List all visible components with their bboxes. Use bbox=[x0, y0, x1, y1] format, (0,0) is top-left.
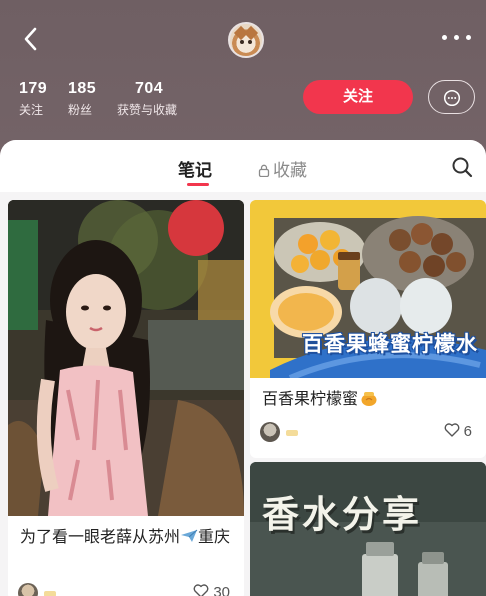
content-sheet: 笔记 收藏 为了看一眼老薛从苏州 重庆 30 百香果蜂蜜柠檬水 百香果柠檬蜜 6… bbox=[0, 140, 486, 596]
note-cover-image bbox=[8, 200, 244, 516]
lock-icon bbox=[258, 164, 270, 177]
note-title-text: 为了看一眼老薛从苏州 bbox=[20, 529, 181, 546]
note-title-text-end: 重庆 bbox=[198, 529, 231, 546]
cover-caption: 香水分享 bbox=[262, 494, 422, 535]
profile-screen: 179 关注 185 粉丝 704 获赞与收藏 关注 笔记 收藏 为了看一眼老薛… bbox=[0, 0, 486, 596]
follow-button[interactable]: 关注 bbox=[303, 80, 413, 114]
tab-collections-label: 收藏 bbox=[273, 161, 307, 180]
message-button[interactable] bbox=[428, 80, 475, 114]
note-cover-image: 香水分享 bbox=[250, 462, 486, 596]
like-count-value: 6 bbox=[463, 423, 472, 440]
stat-following-label: 关注 bbox=[19, 103, 44, 117]
stat-followers-count: 185 bbox=[68, 80, 97, 97]
chat-icon bbox=[443, 89, 461, 107]
note-card[interactable]: 香水分享 bbox=[250, 462, 486, 596]
like-count[interactable]: 30 bbox=[193, 584, 230, 596]
search-icon[interactable] bbox=[450, 155, 474, 179]
cover-caption: 百香果蜂蜜柠檬水 bbox=[302, 333, 478, 356]
author-avatar[interactable] bbox=[18, 583, 38, 596]
back-icon[interactable] bbox=[18, 24, 44, 54]
heart-icon bbox=[193, 584, 209, 596]
tab-notes[interactable]: 笔记 bbox=[178, 156, 212, 186]
stat-likes[interactable]: 704 获赞与收藏 bbox=[117, 80, 177, 118]
tab-bar: 笔记 收藏 bbox=[0, 140, 486, 192]
note-card[interactable]: 百香果蜂蜜柠檬水 百香果柠檬蜜 6 bbox=[250, 200, 486, 458]
stat-followers-label: 粉丝 bbox=[68, 103, 93, 117]
tab-notes-label: 笔记 bbox=[178, 161, 212, 180]
tab-collections[interactable]: 收藏 bbox=[258, 156, 307, 181]
stat-likes-count: 704 bbox=[135, 80, 164, 97]
author-name bbox=[44, 591, 56, 596]
note-card[interactable]: 为了看一眼老薛从苏州 重庆 30 bbox=[8, 200, 244, 596]
stat-following-count: 179 bbox=[19, 80, 48, 97]
airplane-icon bbox=[181, 529, 198, 542]
note-meta: 30 bbox=[18, 583, 234, 596]
note-cover-image: 百香果蜂蜜柠檬水 bbox=[250, 200, 486, 378]
note-title: 为了看一眼老薛从苏州 重庆 bbox=[20, 526, 234, 550]
tab-indicator bbox=[187, 183, 209, 186]
note-title: 百香果柠檬蜜 bbox=[262, 388, 476, 412]
like-count[interactable]: 6 bbox=[444, 423, 472, 440]
more-icon[interactable] bbox=[442, 30, 472, 44]
author-avatar[interactable] bbox=[260, 422, 280, 442]
author-name bbox=[286, 430, 298, 436]
stat-followers[interactable]: 185 粉丝 bbox=[68, 80, 96, 118]
like-count-value: 30 bbox=[213, 584, 230, 596]
note-title-text: 百香果柠檬蜜 bbox=[262, 391, 359, 408]
note-meta: 6 bbox=[260, 422, 476, 444]
avatar[interactable] bbox=[228, 22, 264, 58]
stat-likes-label: 获赞与收藏 bbox=[117, 103, 178, 117]
stat-following[interactable]: 179 关注 bbox=[19, 80, 47, 118]
heart-icon bbox=[444, 423, 460, 437]
honey-pot-icon bbox=[361, 392, 377, 406]
